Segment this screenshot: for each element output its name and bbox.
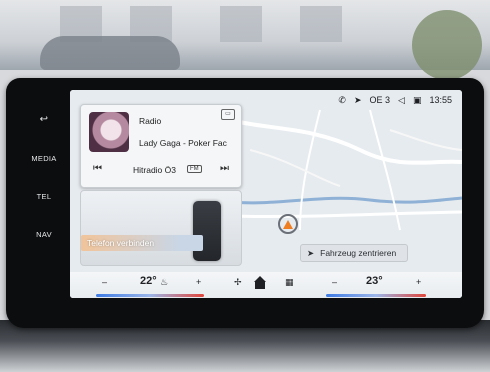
speaker-icon: ◁ — [398, 94, 405, 105]
left-temperature[interactable]: 22° — [140, 275, 157, 287]
apps-grid-icon[interactable]: ▦ — [285, 277, 294, 288]
station-name: Hitradio Ö3 — [133, 165, 176, 175]
media-controls: ⏮ Hitradio Ö3 FM ⏭ — [89, 163, 233, 179]
previous-track-icon[interactable]: ⏮ — [93, 163, 102, 174]
album-art — [89, 112, 129, 152]
clock: 13:55 — [429, 95, 452, 105]
home-icon[interactable] — [253, 276, 267, 290]
media-source: Radio — [139, 116, 162, 126]
left-temp-plus-button[interactable]: + — [196, 277, 201, 287]
seat-heat-icon[interactable]: ♨ — [160, 277, 168, 288]
status-bar: ✆ ➤ OE 3 ◁ ▣ 13:55 — [292, 90, 462, 110]
background-window — [300, 6, 342, 42]
track-title: Lady Gaga - Poker Fac — [139, 138, 227, 148]
back-button[interactable]: ↩ — [24, 114, 64, 125]
left-temp-indicator — [96, 294, 204, 297]
media-widget[interactable]: ▭ Radio Lady Gaga - Poker Fac ⏮ Hitradio… — [80, 104, 242, 188]
vehicle-position-icon — [278, 214, 298, 234]
media-button[interactable]: MEDIA — [24, 154, 64, 163]
background-tree — [412, 10, 482, 80]
infotainment-screen: ➤ Fahrzeug zentrieren ✆ ➤ OE 3 ◁ ▣ 13:55… — [70, 90, 462, 298]
tel-button[interactable]: TEL — [24, 192, 64, 201]
back-icon: ↩ — [39, 114, 49, 125]
climate-bar: – 22° ♨ + ✢ ▦ – 23° + — [70, 272, 462, 298]
next-track-icon[interactable]: ⏭ — [220, 163, 229, 174]
background-window — [220, 6, 262, 42]
center-vehicle-label: Fahrzeug zentrieren — [320, 248, 397, 258]
side-button-column: ↩ MEDIA TEL NAV — [6, 78, 72, 328]
phone-signal-icon: ✆ — [338, 94, 346, 105]
band-badge: FM — [187, 165, 202, 173]
right-temp-indicator — [326, 294, 426, 297]
station-short: OE 3 — [369, 95, 391, 105]
fan-icon[interactable]: ✢ — [234, 277, 242, 288]
phone-widget[interactable]: Telefon verbinden — [80, 190, 242, 266]
location-icon: ➤ — [353, 94, 362, 105]
background-car — [40, 36, 180, 70]
right-temp-plus-button[interactable]: + — [416, 277, 421, 287]
radio-icon: ▭ — [221, 109, 235, 120]
nav-button[interactable]: NAV — [24, 230, 64, 239]
phone-image — [193, 201, 221, 261]
center-vehicle-button[interactable]: ➤ Fahrzeug zentrieren — [300, 244, 408, 262]
right-temperature[interactable]: 23° — [366, 275, 383, 287]
bluetooth-icon: ▣ — [412, 94, 422, 105]
right-temp-minus-button[interactable]: – — [332, 277, 337, 287]
location-arrow-icon: ➤ — [307, 247, 315, 258]
left-temp-minus-button[interactable]: – — [102, 277, 107, 287]
connect-phone-button[interactable]: Telefon verbinden — [81, 235, 203, 251]
